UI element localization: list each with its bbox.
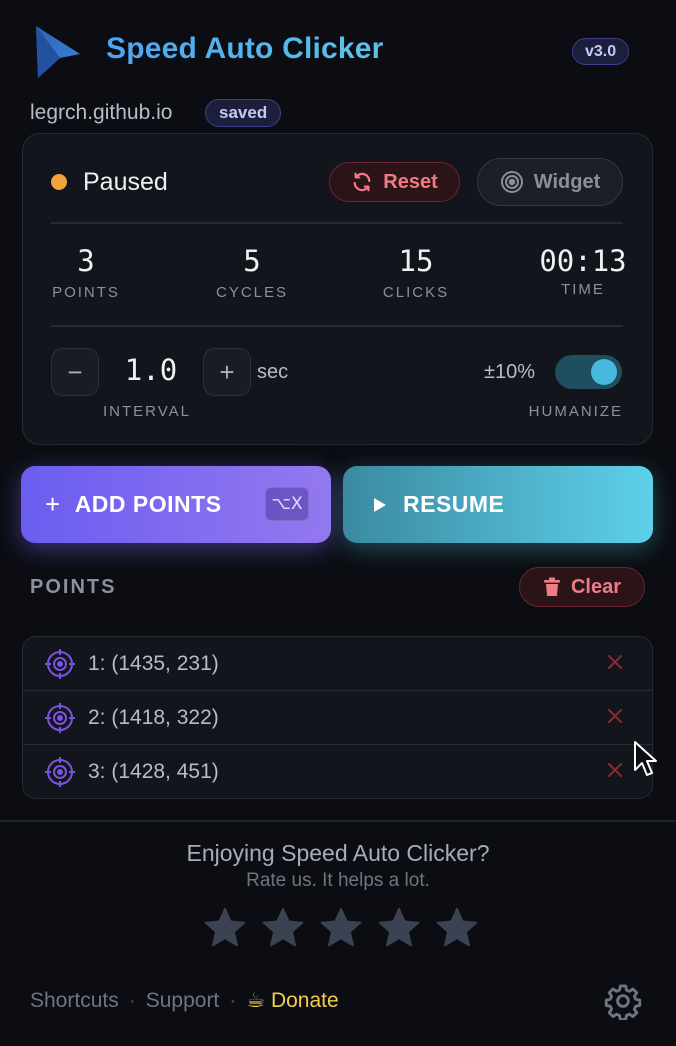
close-icon[interactable] <box>606 761 624 779</box>
stat-time-label: TIME <box>561 281 605 298</box>
enjoy-heading: Enjoying Speed Auto Clicker? <box>186 840 490 866</box>
interval-value[interactable]: 1.0 <box>118 353 184 387</box>
rating-stars <box>203 906 479 950</box>
interval-increase-button[interactable]: + <box>203 348 251 396</box>
add-points-label: ADD POINTS <box>74 491 222 517</box>
target-icon <box>500 171 523 193</box>
reset-label: Reset <box>383 170 438 193</box>
list-item[interactable]: 2: (1418, 322) <box>23 691 652 745</box>
interval-label: INTERVAL <box>103 403 191 420</box>
humanize-label: HUMANIZE <box>528 403 623 420</box>
star-icon[interactable] <box>261 906 305 950</box>
stat-cycles-label: CYCLES <box>215 284 289 301</box>
point-label: 3: (1428, 451) <box>88 760 219 783</box>
status-dot <box>51 174 67 190</box>
version-badge: v3.0 <box>572 38 630 65</box>
interval-decrease-button[interactable]: − <box>51 348 99 396</box>
close-icon[interactable] <box>606 707 624 725</box>
refresh-icon <box>353 172 371 192</box>
list-item[interactable]: 3: (1428, 451) <box>23 745 652 798</box>
stat-clicks-value: 15 <box>398 244 434 278</box>
point-label: 1: (1435, 231) <box>88 651 219 675</box>
shortcuts-link[interactable]: Shortcuts <box>30 989 119 1013</box>
rate-subtext: Rate us. It helps a lot. <box>246 870 430 891</box>
point-label: 2: (1418, 322) <box>88 705 219 729</box>
coffee-icon: ☕ <box>246 989 266 1012</box>
app-logo <box>36 26 80 78</box>
star-icon[interactable] <box>319 906 363 950</box>
gear-icon[interactable] <box>604 982 642 1020</box>
status-text: Paused <box>83 168 168 196</box>
humanize-percent: ±10% <box>484 361 536 383</box>
stat-points-value: 3 <box>77 244 95 278</box>
app-title: Speed Auto Clicker <box>106 32 384 65</box>
separator: · <box>229 988 237 1012</box>
clear-button[interactable]: Clear <box>519 567 645 607</box>
points-list: 1: (1435, 231) 2: (1418, 322) 3: (1428, … <box>22 636 653 799</box>
resume-button[interactable]: RESUME <box>343 466 653 543</box>
stat-clicks-label: CLICKS <box>382 284 450 301</box>
points-title: POINTS <box>30 576 117 598</box>
stat-cycles-value: 5 <box>243 244 261 278</box>
add-points-shortcut: ⌥X <box>265 487 309 521</box>
support-link[interactable]: Support <box>146 989 220 1013</box>
clear-label: Clear <box>570 575 622 598</box>
list-item[interactable]: 1: (1435, 231) <box>23 637 652 691</box>
site-domain: legrch.github.io <box>30 101 173 124</box>
play-icon <box>374 497 386 512</box>
footer-links: Shortcuts · Support · ☕ Donate <box>30 988 339 1013</box>
reset-button[interactable]: Reset <box>329 162 460 202</box>
donate-label: Donate <box>270 989 339 1012</box>
crosshair-icon <box>45 702 75 733</box>
crosshair-icon <box>45 757 75 787</box>
stat-points-label: POINTS <box>52 284 120 301</box>
saved-badge: saved <box>205 99 282 127</box>
separator: · <box>128 988 136 1012</box>
widget-label: Widget <box>533 170 601 193</box>
footer-divider <box>0 820 676 822</box>
crosshair-icon <box>45 648 75 679</box>
close-icon[interactable] <box>606 653 624 671</box>
interval-unit: sec <box>257 361 289 383</box>
card-divider <box>51 325 623 327</box>
trash-icon <box>543 577 560 596</box>
star-icon[interactable] <box>203 906 247 950</box>
widget-button[interactable]: Widget <box>477 158 623 206</box>
humanize-toggle-knob[interactable] <box>591 359 617 385</box>
star-icon[interactable] <box>377 906 421 950</box>
plus-icon: + <box>45 489 61 519</box>
mouse-cursor-icon <box>634 741 657 776</box>
star-icon[interactable] <box>435 906 479 950</box>
stat-time-value: 00:13 <box>539 244 627 278</box>
resume-label: RESUME <box>403 491 505 517</box>
donate-link[interactable]: ☕ Donate <box>246 988 338 1013</box>
card-divider <box>51 222 623 224</box>
